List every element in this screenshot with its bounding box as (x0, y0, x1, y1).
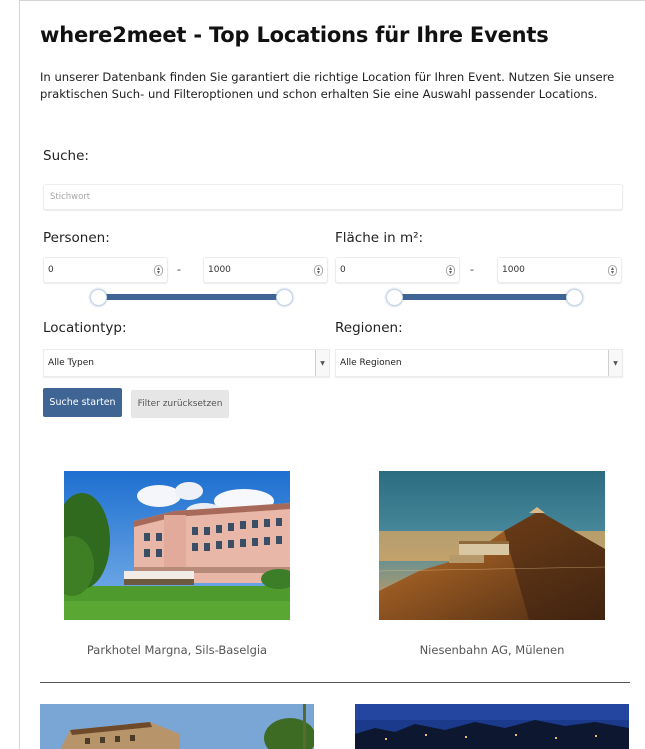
area-min-input[interactable]: 0 ▴ ▾ (335, 257, 460, 283)
location-type-value: Alle Typen (48, 358, 94, 368)
regions-value: Alle Regionen (340, 358, 402, 368)
area-max-value: 1000 (502, 265, 525, 275)
persons-min-value: 0 (48, 265, 54, 275)
dropdown-arrow-icon[interactable]: ▼ (608, 350, 622, 376)
persons-min-input[interactable]: 0 ▴ ▾ (43, 257, 168, 283)
persons-label: Personen: (43, 230, 110, 246)
area-max-input[interactable]: 1000 ▴ ▾ (497, 257, 622, 283)
persons-max-value: 1000 (208, 265, 231, 275)
result-photo-fourth[interactable] (355, 704, 629, 749)
area-label: Fläche in m²: (335, 230, 424, 246)
area-slider-range (396, 294, 573, 300)
persons-slider-range (105, 294, 284, 300)
spinner-icon[interactable]: ▴ ▾ (608, 265, 617, 276)
persons-range-separator: - (177, 263, 181, 276)
persons-slider-max-handle[interactable] (276, 289, 293, 306)
persons-slider-min-handle[interactable] (90, 289, 107, 306)
regions-label: Regionen: (335, 320, 403, 336)
building-photo-image (40, 704, 314, 749)
page-intro: In unserer Datenbank finden Sie garantie… (40, 70, 615, 101)
area-min-value: 0 (340, 265, 346, 275)
reset-filter-button[interactable]: Filter zurücksetzen (131, 390, 229, 418)
regions-select[interactable]: Alle Regionen ▼ (335, 349, 623, 377)
persons-max-input[interactable]: 1000 ▴ ▾ (203, 257, 328, 283)
search-input[interactable]: Stichwort (43, 184, 623, 210)
spinner-icon[interactable]: ▴ ▾ (446, 265, 455, 276)
hotel-photo-image (64, 471, 290, 620)
area-slider-max-handle[interactable] (566, 289, 583, 306)
night-city-photo-image (355, 704, 629, 749)
results-divider (40, 682, 630, 683)
result-name-niesen[interactable]: Niesenbahn AG, Mülenen (379, 643, 605, 657)
result-photo-third[interactable] (40, 704, 314, 749)
location-type-label: Locationtyp: (43, 320, 127, 336)
page-frame: where2meet - Top Locations für Ihre Even… (19, 0, 645, 749)
spinner-icon[interactable]: ▴ ▾ (154, 265, 163, 276)
page-title: where2meet - Top Locations für Ihre Even… (40, 23, 549, 47)
area-range-separator: - (470, 263, 474, 276)
search-start-button[interactable]: Suche starten (43, 388, 122, 417)
location-type-select[interactable]: Alle Typen ▼ (43, 349, 330, 377)
result-photo-niesen[interactable] (379, 471, 605, 620)
result-name-parkhotel[interactable]: Parkhotel Margna, Sils-Baselgia (64, 643, 290, 657)
search-label: Suche: (43, 148, 89, 164)
mountain-photo-image (379, 471, 605, 620)
result-photo-parkhotel[interactable] (64, 471, 290, 620)
spinner-icon[interactable]: ▴ ▾ (314, 265, 323, 276)
area-slider-min-handle[interactable] (386, 289, 403, 306)
dropdown-arrow-icon[interactable]: ▼ (315, 350, 329, 376)
